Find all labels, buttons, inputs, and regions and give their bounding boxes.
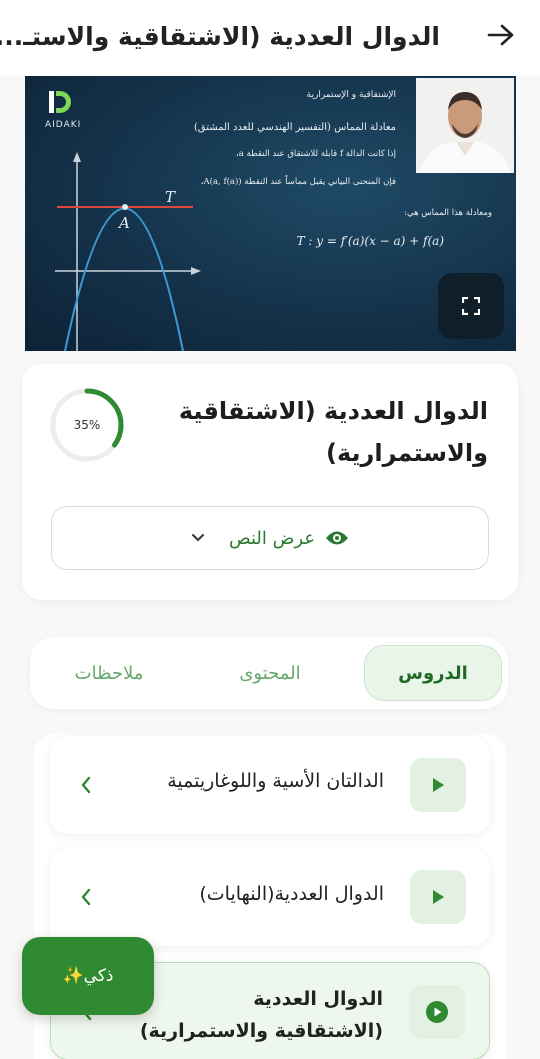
list-item[interactable]: الدالتان الأسية واللوغاريتمية	[50, 736, 490, 834]
show-text-label: عرض النص	[228, 527, 316, 549]
play-icon	[433, 778, 444, 792]
lesson-name-line-2: (الاشتقاقية والاستمرارية)	[139, 1020, 383, 1042]
page-title: الدوال العددية (الاشتقاقية والاستـ...	[0, 22, 440, 51]
play-icon	[433, 890, 444, 904]
chevron-left-icon	[76, 884, 96, 910]
tab-bar: الدروس المحتوى ملاحظات	[30, 637, 508, 709]
lesson-name: الدوال العددية(النهايات)	[199, 883, 384, 905]
chevron-down-icon	[191, 534, 204, 542]
graph-tangent-label: T	[165, 188, 176, 206]
aidaki-logo	[49, 91, 71, 113]
back-button[interactable]	[484, 18, 518, 52]
play-button[interactable]	[409, 985, 465, 1039]
tab-content[interactable]: المحتوى	[200, 645, 340, 701]
progress-percent: 35%	[73, 418, 101, 432]
board-line-3: فإن المنحنى البياني يقبل مماساً عند النق…	[200, 177, 396, 187]
board-line-2: إذا كانت الدالة f قابلة للاشتقاق عند الن…	[235, 149, 396, 159]
arrow-right-icon	[487, 24, 514, 46]
play-button[interactable]	[410, 870, 466, 924]
show-text-button[interactable]: عرض النص	[51, 506, 489, 570]
ai-assistant-button[interactable]: ذكي✨	[22, 937, 154, 1015]
progress-ring: 35%	[48, 386, 126, 464]
play-circle-icon	[426, 1001, 448, 1023]
graph-point-label: A	[117, 214, 130, 232]
chevron-left-icon	[76, 772, 96, 798]
fullscreen-icon	[462, 297, 480, 315]
tab-notes[interactable]: ملاحظات	[44, 645, 174, 701]
fullscreen-button[interactable]	[438, 273, 504, 339]
logo-text: AIDAKI	[45, 120, 82, 130]
teacher-video-thumbnail	[416, 78, 514, 173]
top-bar: الدوال العددية (الاشتقاقية والاستـ...	[0, 0, 540, 76]
lesson-name-line-1: الدوال العددية	[253, 988, 383, 1010]
board-line-4: ومعادلة هذا المماس هي:	[404, 208, 492, 218]
tangent-formula: T : y = f′(a)(x − a) + f(a)	[296, 234, 444, 248]
lesson-info-card: الدوال العددية (الاشتقاقية والاستمرارية)…	[22, 364, 518, 600]
ai-assistant-label: ذكي✨	[62, 966, 114, 986]
board-heading: الإشتقاقية و الإستمرارية	[306, 90, 396, 100]
video-player[interactable]: A T AIDAKI الإشتقاقية و الإستمرارية معاد…	[25, 76, 516, 351]
board-line-1: معادلة المماس (التفسير الهندسي للعدد الم…	[194, 122, 396, 133]
list-item[interactable]: الدوال العددية(النهايات)	[50, 848, 490, 946]
lesson-title: الدوال العددية (الاشتقاقية والاستمرارية)	[178, 397, 488, 467]
eye-icon	[326, 531, 349, 545]
lesson-name: الدالتان الأسية واللوغاريتمية	[167, 770, 384, 792]
play-button[interactable]	[410, 758, 466, 812]
tab-lessons[interactable]: الدروس	[364, 645, 502, 701]
